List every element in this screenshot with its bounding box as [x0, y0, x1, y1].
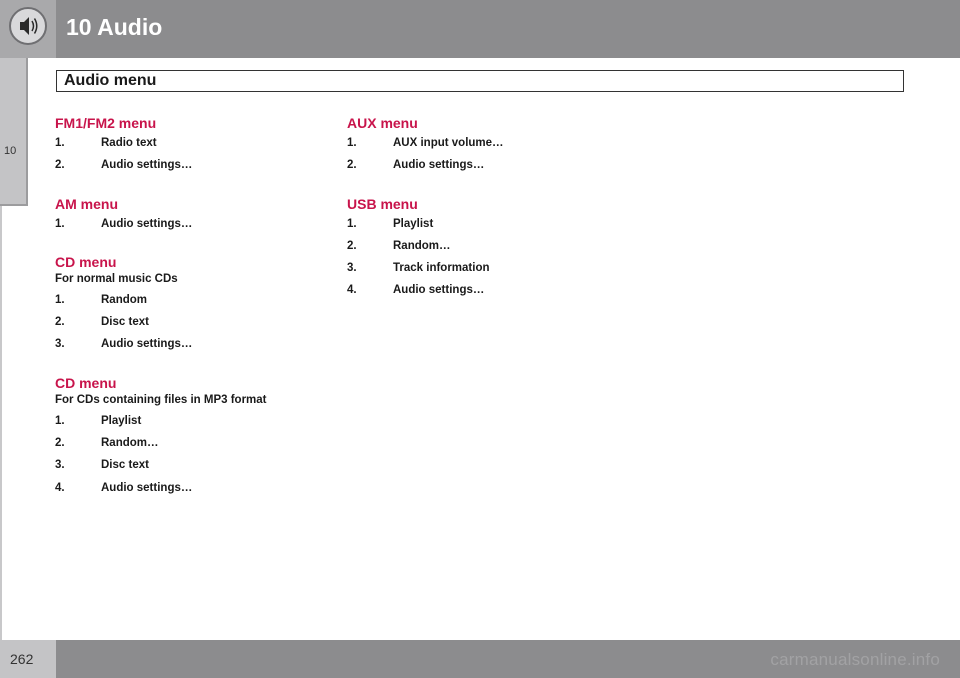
item-text: Track information [393, 262, 490, 275]
footer-bar: carmanualsonline.info [56, 640, 960, 678]
menu-heading: USB menu [347, 195, 418, 212]
list-item: 1. Playlist [55, 410, 325, 432]
left-column: FM1/FM2 menu 1. Radio text 2. Audio settin… [55, 114, 325, 499]
item-text: Audio settings… [101, 338, 193, 351]
list-item: 2. Disc text [55, 311, 325, 333]
section-title: Audio menu [64, 72, 157, 89]
list-item: 1. Radio text [55, 132, 325, 154]
menu-block-usb: USB menu 1. Playlist 2. Random… 3. Track in… [347, 195, 617, 302]
list-item: 2. Random… [55, 432, 325, 454]
menu-heading: FM1/FM2 menu [55, 115, 157, 131]
item-text: Disc text [101, 459, 149, 472]
section-title-bar: Audio menu [56, 70, 904, 92]
item-number: 2. [347, 159, 357, 172]
list-item: 1. Audio settings… [55, 213, 325, 235]
side-divider [0, 206, 2, 640]
item-number: 3. [55, 459, 65, 472]
menu-block-cd-mp3: CD menu For CDs containing files in MP3 … [55, 374, 325, 499]
list-item: 2. Audio settings… [347, 154, 617, 176]
item-text: Audio settings… [393, 159, 485, 172]
menu-block-cd: CD menu For normal music CDs 1. Random 2.… [55, 253, 325, 356]
item-number: 2. [55, 316, 65, 329]
item-text: Disc text [101, 316, 149, 329]
list-item: 3. Audio settings… [55, 333, 325, 355]
menu-heading: CD menu [55, 374, 117, 391]
menu-heading: AM menu [55, 195, 118, 212]
chapter-header: 10 Audio [0, 0, 960, 58]
watermark: carmanualsonline.info [770, 650, 940, 669]
item-number: 4. [55, 481, 65, 494]
chapter-title: 10 Audio [66, 14, 163, 40]
speaker-icon [9, 7, 47, 45]
item-number: 1. [347, 137, 357, 149]
item-text: Radio text [101, 137, 157, 149]
side-tab-label: 10 [4, 145, 17, 157]
right-column: AUX menu 1. AUX input volume… 2. Audio set… [347, 114, 617, 302]
item-text: Random… [101, 437, 159, 450]
item-number: 2. [347, 239, 357, 252]
item-text: Playlist [101, 414, 142, 427]
item-number: 2. [55, 437, 65, 450]
menu-subtitle: For normal music CDs [55, 272, 178, 285]
page-footer: 262 carmanualsonline.info [0, 640, 960, 678]
item-text: Audio settings… [101, 217, 193, 230]
list-item: 2. Audio settings… [55, 154, 325, 176]
list-item: 1. AUX input volume… [347, 132, 617, 154]
list-item: 4. Audio settings… [347, 279, 617, 301]
menu-block-fm: FM1/FM2 menu 1. Radio text 2. Audio settin… [55, 114, 325, 177]
list-item: 1. Playlist [347, 213, 617, 235]
item-number: 2. [55, 159, 65, 172]
menu-heading: CD menu [55, 253, 117, 270]
menu-block-aux: AUX menu 1. AUX input volume… 2. Audio set… [347, 114, 617, 177]
list-item: 4. Audio settings… [55, 477, 325, 499]
item-text: Random [101, 293, 147, 306]
menu-block-am: AM menu 1. Audio settings… [55, 195, 325, 235]
item-text: Random… [393, 239, 451, 252]
item-number: 4. [347, 284, 357, 297]
menu-heading: AUX menu [347, 115, 418, 131]
list-item: 1. Random [55, 289, 325, 311]
item-number: 3. [55, 338, 65, 351]
item-number: 1. [55, 414, 65, 427]
item-number: 1. [55, 293, 65, 306]
item-text: Audio settings… [393, 284, 485, 297]
menu-subtitle: For CDs containing files in MP3 format [55, 393, 267, 406]
item-text: Audio settings… [101, 159, 193, 172]
item-number: 3. [347, 262, 357, 275]
list-item: 3. Track information [347, 257, 617, 279]
item-text: Audio settings… [101, 481, 193, 494]
chapter-side-tab: 10 [0, 58, 28, 206]
item-number: 1. [55, 217, 65, 230]
list-item: 3. Disc text [55, 454, 325, 476]
list-item: 2. Random… [347, 235, 617, 257]
page-number: 262 [10, 651, 34, 667]
item-number: 1. [55, 137, 65, 149]
chapter-icon-tab [0, 0, 56, 58]
item-text: AUX input volume… [393, 137, 504, 149]
item-number: 1. [347, 217, 357, 230]
item-text: Playlist [393, 217, 434, 230]
